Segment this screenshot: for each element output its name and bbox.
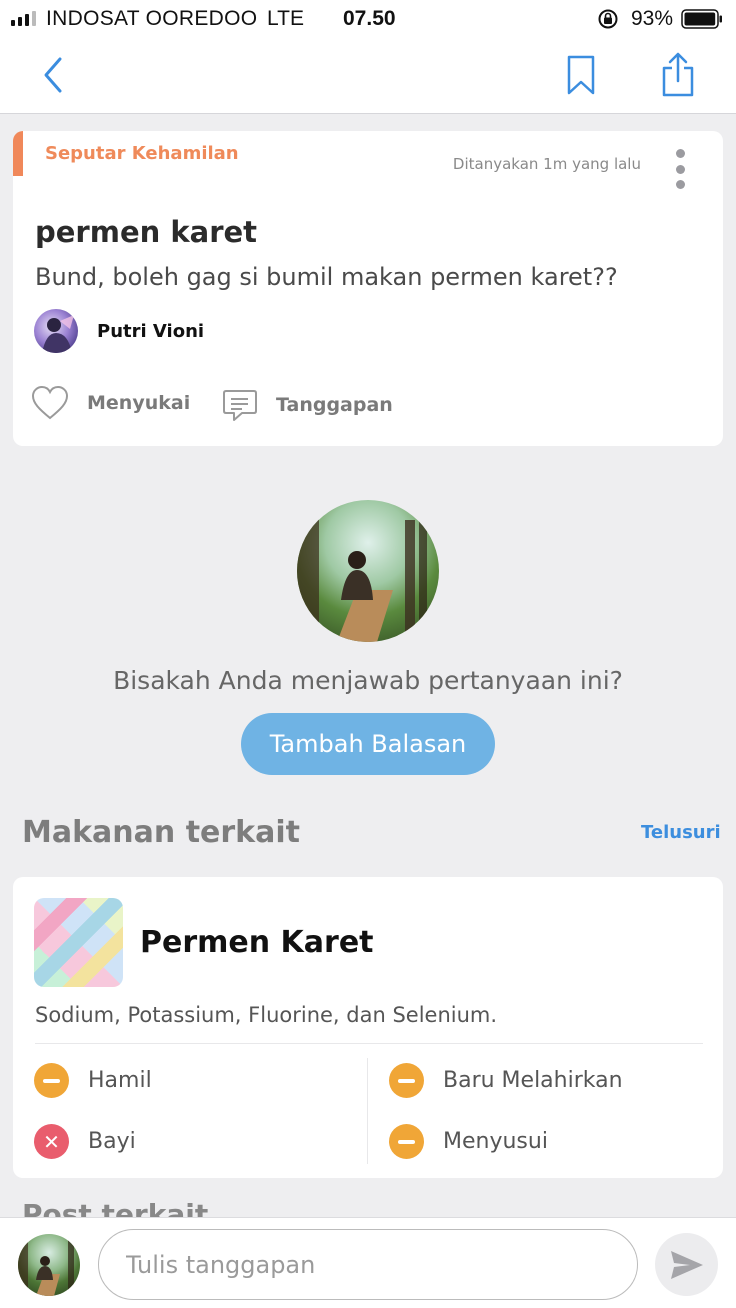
author-avatar[interactable] <box>34 309 78 353</box>
category-accent-bar <box>13 131 23 176</box>
status-pregnant: Hamil <box>34 1063 152 1098</box>
answer-prompt-text: Bisakah Anda menjawab pertanyaan ini? <box>113 666 623 695</box>
browse-link[interactable]: Telusuri <box>641 822 721 843</box>
share-icon <box>662 52 694 97</box>
like-label: Menyukai <box>87 392 191 414</box>
network-type: LTE <box>267 7 304 30</box>
status-label: Menyusui <box>443 1129 548 1154</box>
reply-composer <box>0 1217 736 1308</box>
comment-icon <box>223 390 257 421</box>
related-food-title: Makanan terkait <box>22 815 300 850</box>
category-label[interactable]: Seputar Kehamilan <box>45 143 239 164</box>
heart-icon <box>31 385 69 420</box>
reply-input[interactable] <box>98 1229 638 1300</box>
more-options-button[interactable] <box>673 149 687 189</box>
navigation-bar <box>0 38 736 114</box>
more-dot <box>675 164 685 174</box>
reply-label: Tanggapan <box>276 394 393 416</box>
status-label: Hamil <box>88 1068 152 1093</box>
minus-circle-icon <box>34 1063 69 1098</box>
chevron-left-icon <box>44 57 62 93</box>
bookmark-icon <box>567 55 595 95</box>
food-image <box>34 898 123 987</box>
status-label: Bayi <box>88 1129 136 1154</box>
user-avatar-large <box>297 500 439 642</box>
avatar-image <box>18 1234 74 1296</box>
avatar-image <box>297 500 427 642</box>
minus-circle-icon <box>389 1063 424 1098</box>
food-name: Permen Karet <box>140 925 374 960</box>
add-reply-button[interactable]: Tambah Balasan <box>241 713 495 775</box>
rotation-lock-icon <box>598 9 618 29</box>
question-title: permen karet <box>35 215 258 249</box>
status-baby: ✕ Bayi <box>34 1124 136 1159</box>
status-breastfeeding: Menyusui <box>389 1124 548 1159</box>
more-dot <box>675 180 685 189</box>
back-button[interactable] <box>30 52 76 98</box>
divider <box>35 1043 703 1044</box>
carrier-name: INDOSAT OOREDOO <box>46 7 258 30</box>
battery-percent: 93% <box>631 7 674 30</box>
avatar-image <box>42 315 74 353</box>
current-user-avatar <box>18 1234 80 1296</box>
like-button[interactable]: Menyukai <box>31 385 190 421</box>
bookmark-button[interactable] <box>558 52 604 98</box>
asked-time: Ditanyakan 1m yang lalu <box>452 155 641 173</box>
food-nutrients: Sodium, Potassium, Fluorine, dan Seleniu… <box>35 1003 498 1027</box>
clock: 07.50 <box>343 7 396 30</box>
divider <box>367 1058 368 1164</box>
send-button[interactable] <box>655 1233 718 1296</box>
share-button[interactable] <box>655 50 701 100</box>
author-name[interactable]: Putri Vioni <box>97 321 204 342</box>
food-card[interactable]: Permen Karet Sodium, Potassium, Fluorine… <box>13 877 723 1178</box>
send-icon <box>670 1250 703 1279</box>
x-circle-icon: ✕ <box>34 1124 69 1159</box>
question-card: Seputar Kehamilan Ditanyakan 1m yang lal… <box>13 131 723 446</box>
minus-circle-icon <box>389 1124 424 1159</box>
signal-icon <box>11 10 36 26</box>
status-bar: INDOSAT OOREDOO LTE 07.50 93% <box>0 0 736 38</box>
more-dot <box>675 149 685 158</box>
status-label: Baru Melahirkan <box>443 1068 623 1093</box>
status-postpartum: Baru Melahirkan <box>389 1063 623 1098</box>
reply-button[interactable]: Tanggapan <box>222 387 393 423</box>
battery-icon <box>681 9 722 29</box>
question-body: Bund, boleh gag si bumil makan permen ka… <box>35 263 618 291</box>
